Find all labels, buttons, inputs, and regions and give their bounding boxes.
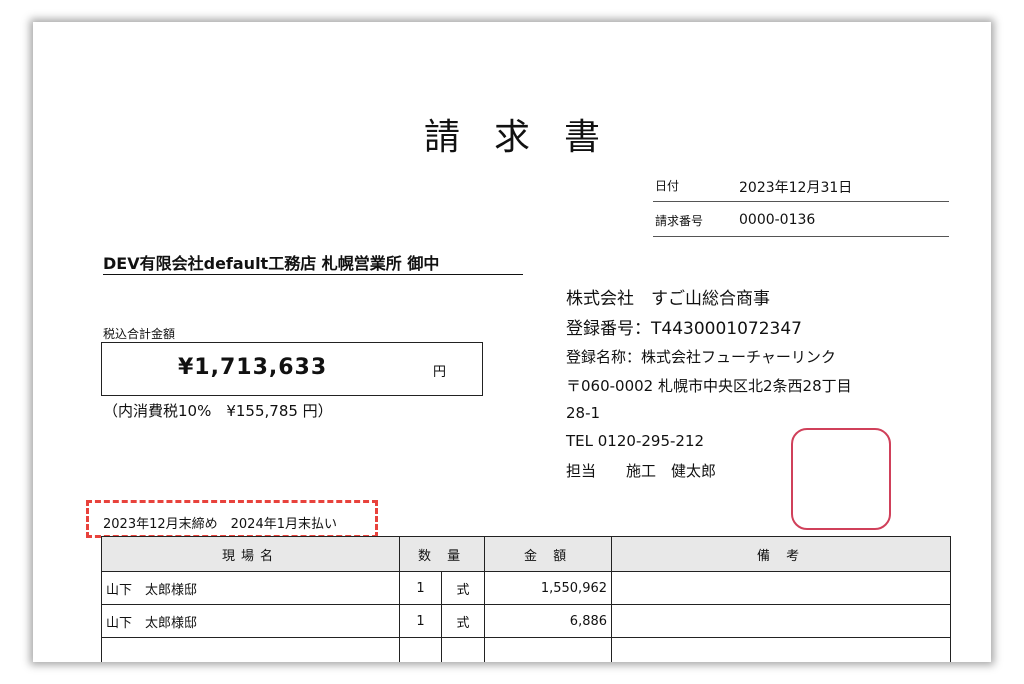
issuer-registration-name: 登録名称：株式会社フューチャーリンク	[566, 348, 836, 366]
closing-terms-highlight: 2023年12月末締め 2024年1月末払い	[86, 500, 378, 538]
recipient-name-part2: default	[203, 254, 269, 273]
cell-remarks	[611, 571, 952, 605]
seal-stamp-box	[791, 428, 891, 530]
table-header-row: 現場名 数 量 金 額 備 考	[101, 536, 952, 572]
cell-unit: 式	[440, 571, 486, 605]
cell-remarks	[611, 637, 952, 662]
date-value: 2023年12月31日	[739, 180, 853, 196]
total-amount: ¥1,713,633	[178, 355, 328, 380]
document-title: 請求書	[423, 117, 634, 158]
table-row: 山下 太郎様邸 1 式 1,550,962	[101, 571, 952, 605]
header-amount: 金 額	[484, 536, 613, 572]
table-row: 山下 太郎様邸 1 式 6,886	[101, 604, 952, 638]
items-table: 現場名 数 量 金 額 備 考 山下 太郎様邸 1 式 1,550,962 山下…	[101, 536, 952, 662]
total-box: ¥1,713,633 円	[101, 342, 483, 396]
issuer-tel: TEL 0120-295-212	[566, 432, 705, 450]
date-row: 日付 2023年12月31日	[653, 167, 949, 202]
cell-site	[101, 637, 400, 662]
recipient-name-part1: DEV有限会社	[103, 254, 204, 273]
date-label: 日付	[655, 179, 680, 193]
invoice-number-row: 請求番号 0000-0136	[653, 202, 949, 237]
closing-terms: 2023年12月末締め 2024年1月末払い	[103, 517, 337, 532]
recipient-name: DEV有限会社default工務店 札幌営業所 御中	[103, 250, 523, 275]
cell-unit: 式	[440, 604, 486, 638]
cell-qty	[399, 637, 442, 662]
screenshot-stage: 請求書 日付 2023年12月31日 請求番号 0000-0136 DEV有限会…	[0, 0, 1024, 684]
invoice-number-label: 請求番号	[655, 214, 704, 228]
header-quantity: 数 量	[398, 536, 486, 572]
header-site: 現場名	[101, 536, 400, 572]
cell-amount: 1,550,962	[484, 571, 613, 605]
cell-remarks	[611, 604, 952, 638]
total-yen-unit: 円	[433, 365, 447, 380]
issuer-company: 株式会社 すご山総合商事	[566, 289, 770, 309]
recipient-name-part3: 工務店 札幌営業所 御中	[268, 254, 440, 273]
invoice-number-value: 0000-0136	[739, 212, 816, 228]
cell-unit	[440, 637, 486, 662]
cell-site: 山下 太郎様邸	[101, 604, 400, 638]
issuer-registration-number: 登録番号：T4430001072347	[566, 319, 802, 339]
issuer-contact: 担当 施工 健太郎	[566, 462, 717, 480]
header-remarks: 備 考	[611, 536, 952, 572]
total-label: 税込合計金額	[103, 327, 176, 341]
tax-note: （内消費税10% ¥155,785 円）	[103, 402, 333, 420]
table-row	[101, 637, 952, 662]
cell-qty: 1	[399, 604, 442, 638]
issuer-address-line2: 28-1	[566, 404, 601, 422]
cell-site: 山下 太郎様邸	[101, 571, 400, 605]
cell-amount: 6,886	[484, 604, 613, 638]
issuer-address-line1: 〒060-0002 札幌市中央区北2条西28丁目	[566, 377, 852, 395]
cell-amount	[484, 637, 613, 662]
cell-qty: 1	[399, 571, 442, 605]
invoice-page: 請求書 日付 2023年12月31日 請求番号 0000-0136 DEV有限会…	[33, 22, 991, 662]
